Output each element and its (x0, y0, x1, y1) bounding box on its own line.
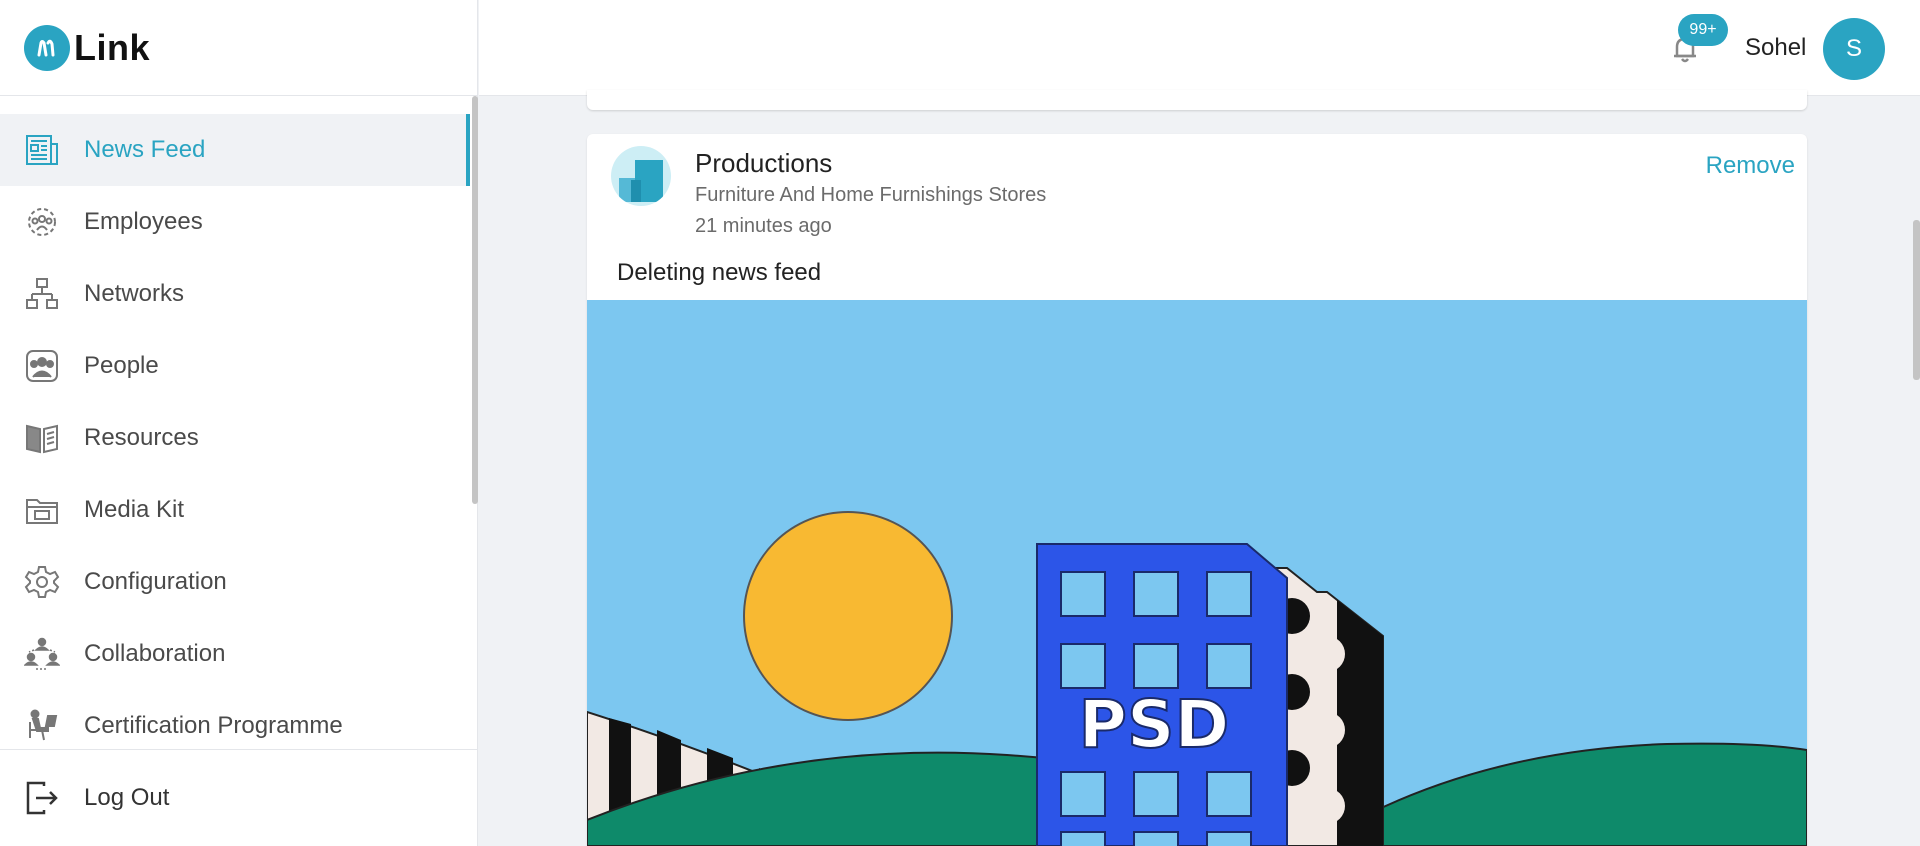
user-name[interactable]: Sohel (1745, 34, 1806, 62)
remove-button[interactable]: Remove (1706, 152, 1795, 180)
sidebar-item-news-feed[interactable]: News Feed (0, 114, 470, 186)
post-timestamp: 21 minutes ago (695, 215, 832, 237)
logo-mark-icon (24, 24, 70, 71)
sidebar-item-label: Employees (84, 208, 203, 235)
post-image-caption: PSD (1079, 686, 1230, 763)
sidebar-item-media-kit[interactable]: Media Kit (0, 474, 470, 546)
collaboration-icon (24, 636, 60, 672)
sidebar-item-employees[interactable]: Employees (0, 186, 470, 258)
sidebar-item-label: Media Kit (84, 496, 185, 523)
sidebar-item-label: News Feed (84, 136, 206, 163)
sidebar: Link News Feed Employees Networks People… (0, 0, 478, 846)
post-text: Deleting news feed (617, 259, 822, 286)
logout-button[interactable]: Log Out (0, 749, 478, 846)
previous-post-card (587, 90, 1807, 110)
sidebar-item-collaboration[interactable]: Collaboration (0, 618, 470, 690)
sidebar-scrollbar[interactable] (472, 96, 478, 504)
sidebar-item-resources[interactable]: Resources (0, 402, 470, 474)
sidebar-item-label: Collaboration (84, 640, 226, 667)
logout-icon (24, 780, 60, 816)
sidebar-item-certification-programme[interactable]: Certification Programme (0, 690, 470, 749)
sidebar-item-configuration[interactable]: Configuration (0, 546, 470, 618)
notification-badge: 99+ (1678, 14, 1728, 46)
employees-gear-icon (24, 204, 60, 240)
user-avatar[interactable]: S (1823, 18, 1885, 80)
sidebar-item-people[interactable]: People (0, 330, 470, 402)
folder-icon (24, 492, 60, 528)
app-logo[interactable]: Link (0, 0, 477, 96)
page-scrollbar[interactable] (1913, 220, 1920, 380)
org-avatar[interactable] (611, 146, 671, 206)
network-icon (24, 276, 60, 312)
logo-text: Link (74, 26, 151, 68)
gear-icon (24, 564, 60, 600)
newspaper-icon (24, 132, 60, 168)
sidebar-nav: News Feed Employees Networks People Reso… (0, 96, 478, 749)
org-name[interactable]: Productions (695, 148, 832, 179)
certification-icon (24, 708, 60, 744)
post-card: Productions Furniture And Home Furnishin… (587, 134, 1807, 846)
post-image[interactable]: PSD (587, 300, 1807, 846)
people-icon (24, 348, 60, 384)
sidebar-item-label: People (84, 352, 159, 379)
sidebar-item-label: Certification Programme (84, 712, 343, 739)
sidebar-item-label: Resources (84, 424, 199, 451)
sidebar-item-label: Configuration (84, 568, 227, 595)
org-category: Furniture And Home Furnishings Stores (695, 184, 1047, 206)
sidebar-item-label: Networks (84, 280, 185, 307)
sidebar-item-networks[interactable]: Networks (0, 258, 470, 330)
logout-label: Log Out (84, 784, 170, 811)
book-icon (24, 420, 60, 456)
